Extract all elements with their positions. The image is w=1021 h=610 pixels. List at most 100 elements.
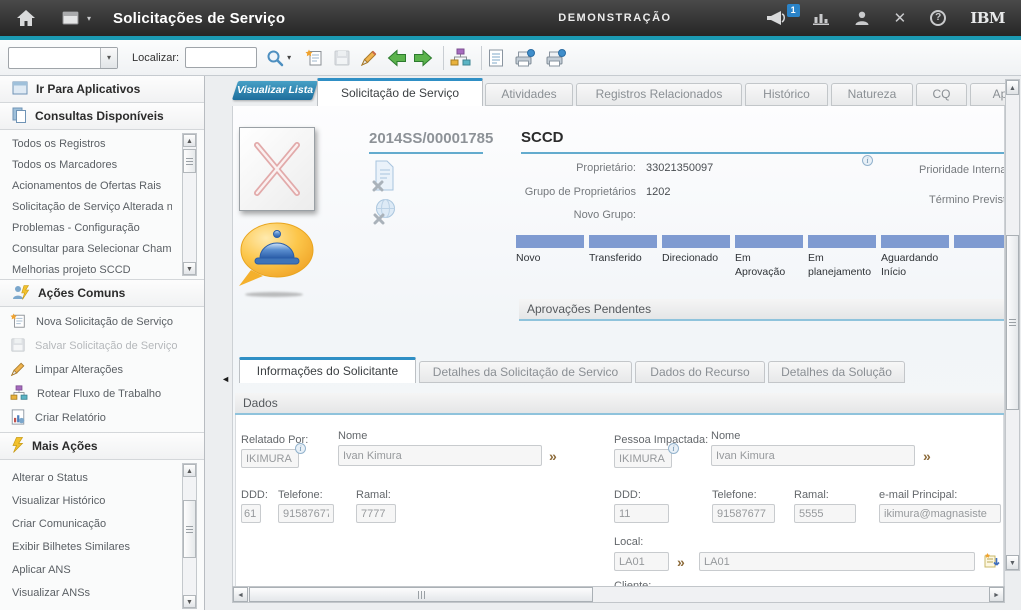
query-select-caret-icon[interactable]: ▾ [100,48,117,68]
find-input[interactable] [185,47,257,68]
query-list-scrollbar[interactable]: ▲ ▼ [182,133,197,276]
action-change-status[interactable]: Alterar o Status [0,467,172,490]
query-item[interactable]: Melhorias projeto SCCD [0,260,172,280]
tab-service-request[interactable]: Solicitação de Serviço [317,78,483,106]
action-show-similar-tickets[interactable]: Exibir Bilhetes Similares [0,536,172,559]
subtab-request-details[interactable]: Detalhes da Solicitação de Servico [419,361,632,383]
action-view-slas[interactable]: Visualizar ANSs [0,582,172,605]
subtab-solution-details[interactable]: Detalhes da Solução [768,361,905,383]
affected-ext-input[interactable] [794,504,856,523]
horizontal-scrollbar[interactable]: ◄ ► [232,586,1005,603]
affected-person-input[interactable] [614,449,672,468]
more-actions-scrollbar[interactable]: ▲ ▼ [182,463,197,609]
reported-by-input[interactable] [241,449,299,468]
subtab-requester-info[interactable]: Informações do Solicitante [239,357,416,383]
scroll-down-icon[interactable]: ▼ [1006,555,1019,570]
info-icon[interactable]: i [862,155,873,166]
search-icon[interactable] [266,49,284,67]
applications-caret-icon[interactable]: ▾ [87,14,91,23]
route-workflow-icon[interactable] [450,48,471,67]
attachment-broken-image[interactable] [239,127,315,211]
data-section-header[interactable]: Dados [235,393,1004,415]
tab-history[interactable]: Histórico [745,83,828,106]
scrollbar-thumb[interactable] [249,587,593,602]
affected-ddd-input[interactable] [614,504,669,523]
status-stage-label [954,252,1005,279]
info-icon[interactable]: i [668,443,679,454]
reports-chart-icon[interactable] [812,11,830,26]
local-detail-chevron-icon[interactable]: » [677,555,685,569]
scroll-left-icon[interactable]: ◄ [233,587,248,602]
scroll-up-icon[interactable]: ▲ [183,464,196,477]
query-item[interactable]: Problemas - Configuração [0,218,172,239]
tab-cq[interactable]: CQ [916,83,967,106]
query-item[interactable]: Acionamentos de Ofertas Rais [0,176,172,197]
info-icon[interactable]: i [295,443,306,454]
profile-icon[interactable] [854,10,870,26]
clear-changes-icon[interactable] [360,49,378,67]
scrollbar-thumb[interactable] [183,149,196,173]
affected-phone-input[interactable] [712,504,775,523]
print-with-attachments-icon[interactable] [545,49,566,67]
sidebar-item-go-to-applications[interactable]: Ir Para Aplicativos [0,76,204,103]
scroll-up-icon[interactable]: ▲ [183,134,196,147]
tab-ap-clipped[interactable]: Ap [970,83,1005,106]
reports-icon[interactable] [488,49,504,67]
document-missing-icon[interactable] [372,160,396,197]
detail-menu-icon[interactable] [983,552,1000,574]
tab-activities[interactable]: Atividades [485,83,573,106]
tab-related-records[interactable]: Registros Relacionados [576,83,742,106]
scrollbar-thumb[interactable] [183,500,196,558]
sidebar-section-common-actions[interactable]: Ações Comuns [0,280,204,307]
home-icon[interactable] [16,9,36,27]
email-input[interactable] [879,504,1001,523]
action-select-deselect-slas[interactable]: Marcar/Desmarcar ANSs [0,605,172,610]
query-select[interactable]: ▾ [8,47,118,69]
print-icon[interactable] [514,49,535,67]
announcements-icon[interactable]: 1 [766,10,788,26]
reported-by-detail-chevron-icon[interactable]: » [549,449,557,463]
query-item[interactable]: Todos os Registros [0,134,172,155]
affected-name-input[interactable] [711,445,915,466]
action-route-workflow[interactable]: Rotear Fluxo de Trabalho [0,382,204,406]
sidebar-splitter[interactable]: ◄ [206,76,231,610]
local-input[interactable] [614,552,669,571]
collapse-sidebar-icon[interactable]: ◄ [221,374,230,384]
pending-approvals-section[interactable]: Aprovações Pendentes [519,299,1004,321]
reported-phone-input[interactable] [278,504,334,523]
action-clear-changes[interactable]: Limpar Alterações [0,358,204,382]
tab-nature[interactable]: Natureza [831,83,913,106]
query-item[interactable]: Consultar para Selecionar Chama... [0,239,172,260]
reported-ddd-input[interactable] [241,504,261,523]
query-item[interactable]: Todos os Marcadores [0,155,172,176]
reported-ext-label: Ramal: [356,489,391,501]
tab-view-list[interactable]: Visualizar Lista [232,81,318,100]
action-apply-sla[interactable]: Aplicar ANS [0,559,172,582]
subtab-resource-data[interactable]: Dados do Recurso [635,361,765,383]
local-description-input[interactable] [699,552,975,571]
sidebar-section-available-queries[interactable]: Consultas Disponíveis [0,103,204,130]
previous-record-icon[interactable] [387,49,407,67]
search-caret-icon[interactable]: ▾ [287,53,291,62]
globe-missing-icon[interactable] [372,198,397,230]
affected-person-detail-chevron-icon[interactable]: » [923,449,931,463]
applications-icon[interactable] [62,10,81,26]
sidebar-section-more-actions[interactable]: Mais Ações [0,433,204,460]
action-create-report[interactable]: Criar Relatório [0,406,204,430]
scroll-down-icon[interactable]: ▼ [183,595,196,608]
action-new-service-request[interactable]: Nova Solicitação de Serviço [0,310,204,334]
scroll-right-icon[interactable]: ► [989,587,1004,602]
scroll-down-icon[interactable]: ▼ [183,262,196,275]
new-record-icon[interactable] [305,49,324,67]
logout-icon[interactable]: ✕ [894,11,907,26]
scroll-up-icon[interactable]: ▲ [1006,80,1019,95]
reported-ext-input[interactable] [356,504,396,523]
action-view-history[interactable]: Visualizar Histórico [0,490,172,513]
query-item[interactable]: Solicitação de Serviço Alterada n... [0,197,172,218]
help-icon[interactable]: ? [930,10,946,26]
reported-name-input[interactable] [338,445,542,466]
action-create-communication[interactable]: Criar Comunicação [0,513,172,536]
vertical-scrollbar[interactable]: ▲ ▼ [1005,79,1020,571]
next-record-icon[interactable] [413,49,433,67]
scrollbar-thumb[interactable] [1006,235,1019,410]
